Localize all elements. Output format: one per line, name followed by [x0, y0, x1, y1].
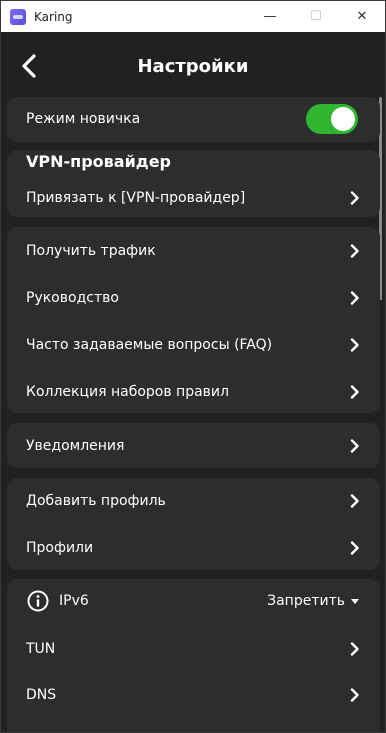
ipv6-dropdown-value: Запретить [267, 593, 345, 609]
close-button[interactable]: ✕ [339, 1, 385, 32]
profiles-card: Добавить профиль Профили [7, 478, 380, 570]
vpn-provider-title: VPN-провайдер [26, 152, 171, 171]
karing-app-icon [10, 8, 26, 25]
page-header: Настройки [1, 32, 385, 102]
caret-down-icon [351, 598, 359, 604]
dns-label: DNS [26, 687, 57, 703]
ruleset-collection-label: Коллекция наборов правил [26, 384, 229, 400]
info-icon[interactable] [27, 590, 49, 612]
add-profile-label: Добавить профиль [26, 493, 166, 509]
chevron-right-icon [350, 541, 359, 555]
minimize-button[interactable]: — [247, 1, 293, 32]
ipv6-dropdown[interactable]: Запретить [267, 593, 359, 609]
bind-vpn-provider-label: Привязать к [VPN-провайдер] [26, 190, 246, 206]
notifications-card: Уведомления [7, 423, 380, 468]
chevron-right-icon [350, 642, 359, 656]
links-card: Получить трафик Руководство Часто задава… [7, 227, 380, 413]
ruleset-collection-item[interactable]: Коллекция наборов правил [7, 372, 380, 412]
network-card: IPv6 Запретить TUN DNS [7, 579, 380, 732]
title-bar: Karing — ☐ ✕ [1, 1, 385, 32]
page-title: Настройки [137, 56, 249, 77]
get-traffic-item[interactable]: Получить трафик [7, 231, 380, 271]
chevron-right-icon [350, 494, 359, 508]
guide-item[interactable]: Руководство [7, 278, 380, 318]
window-title: Karing [34, 9, 73, 24]
chevron-right-icon [350, 244, 359, 258]
novice-mode-label: Режим новичка [26, 111, 141, 127]
chevron-right-icon [350, 338, 359, 352]
ipv6-item: IPv6 Запретить [7, 581, 380, 621]
dns-item[interactable]: DNS [7, 675, 380, 715]
get-traffic-label: Получить трафик [26, 243, 156, 259]
bind-vpn-provider-item[interactable]: Привязать к [VPN-провайдер] [7, 178, 380, 218]
notifications-label: Уведомления [26, 438, 125, 454]
window-controls: — ☐ ✕ [247, 1, 385, 32]
app-window: Karing — ☐ ✕ Настройки Режим новичка VPN… [0, 0, 386, 733]
chevron-right-icon [350, 688, 359, 702]
novice-mode-toggle[interactable] [306, 104, 358, 134]
add-profile-item[interactable]: Добавить профиль [7, 481, 380, 521]
chevron-right-icon [350, 191, 359, 205]
chevron-right-icon [350, 385, 359, 399]
profiles-item[interactable]: Профили [7, 528, 380, 568]
maximize-button[interactable]: ☐ [293, 1, 339, 32]
profiles-label: Профили [26, 540, 94, 556]
novice-mode-card: Режим новичка [7, 97, 380, 142]
tun-item[interactable]: TUN [7, 629, 380, 669]
ipv6-label: IPv6 [59, 593, 89, 609]
toggle-knob [331, 107, 355, 131]
notifications-item[interactable]: Уведомления [7, 426, 380, 466]
tun-label: TUN [26, 641, 56, 657]
faq-item[interactable]: Часто задаваемые вопросы (FAQ) [7, 325, 380, 365]
faq-label: Часто задаваемые вопросы (FAQ) [26, 337, 273, 353]
chevron-right-icon [350, 291, 359, 305]
chevron-right-icon [350, 439, 359, 453]
guide-label: Руководство [26, 290, 119, 306]
vpn-provider-card: VPN-провайдер Привязать к [VPN-провайдер… [7, 150, 380, 217]
